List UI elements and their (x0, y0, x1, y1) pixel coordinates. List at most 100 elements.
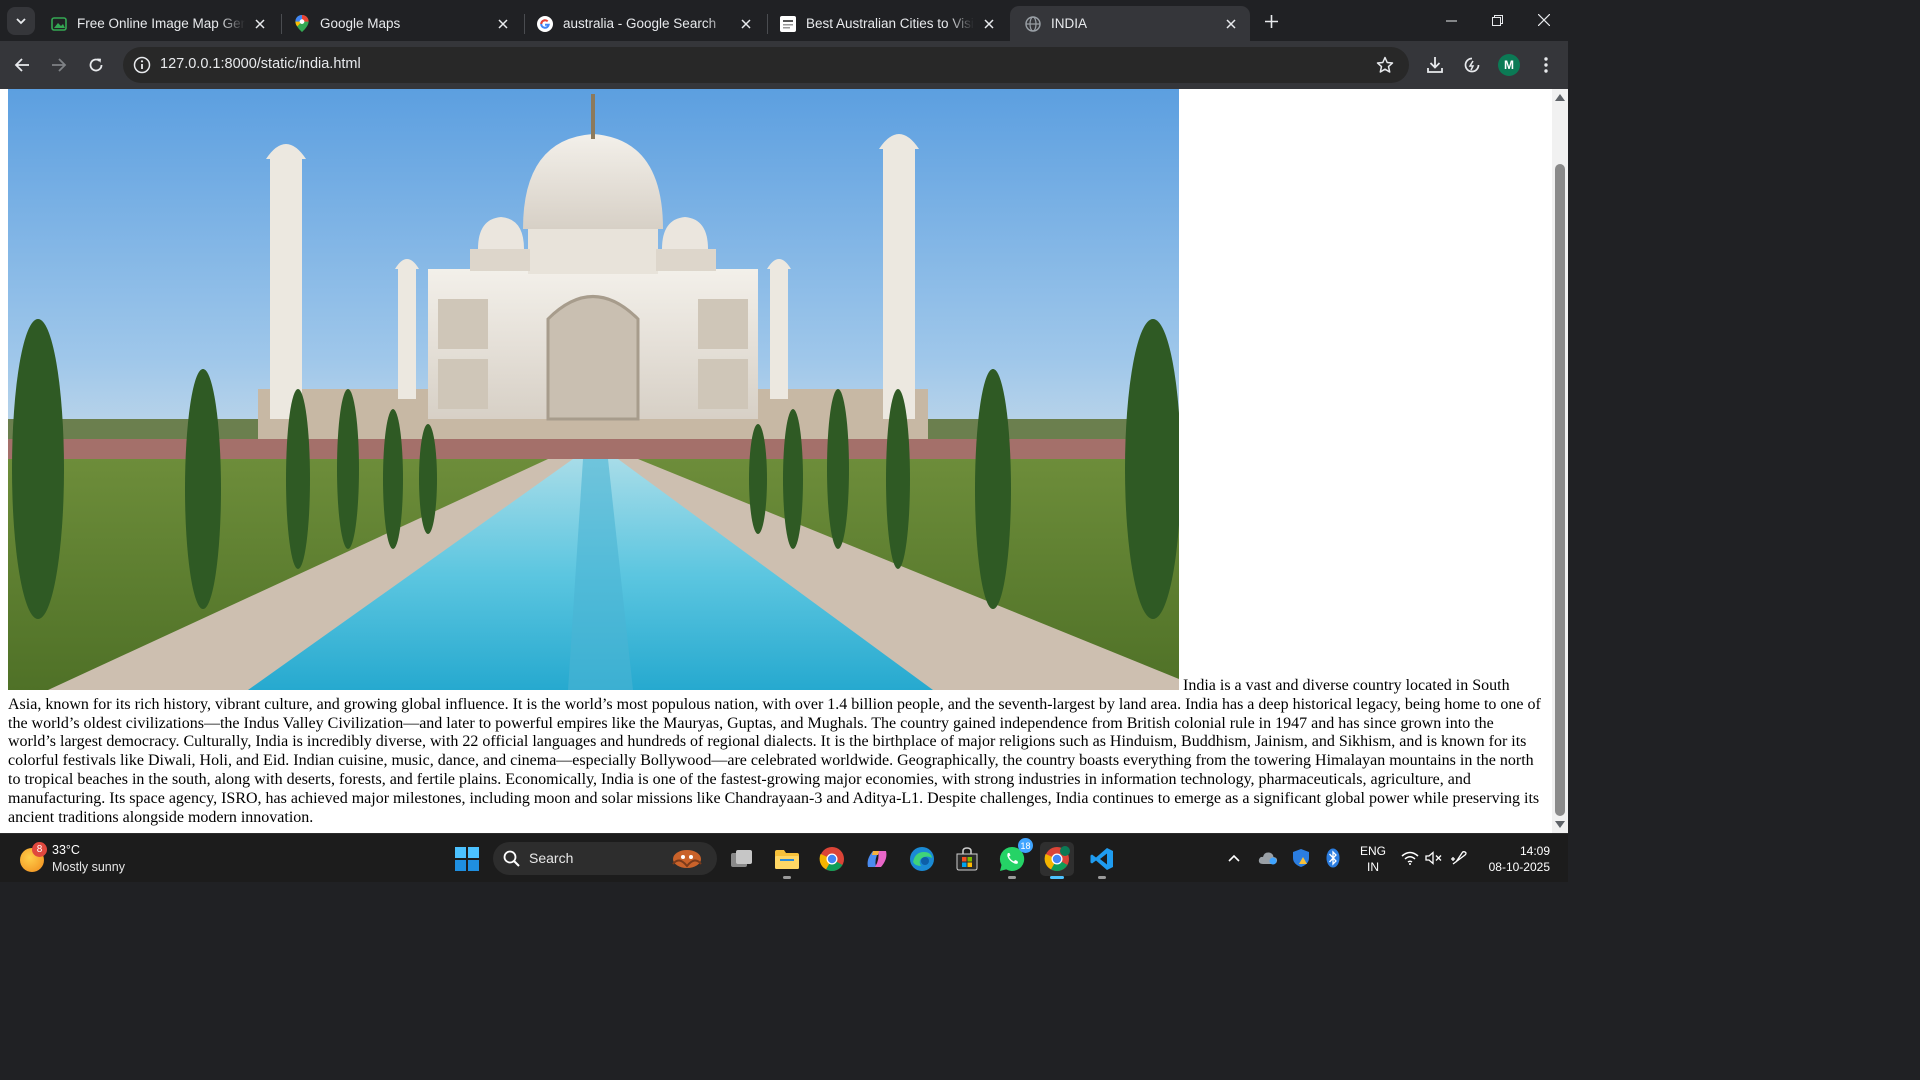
downloads-button[interactable] (1421, 51, 1449, 79)
performance-button[interactable] (1458, 51, 1486, 79)
scroll-down-arrow-icon[interactable] (1555, 820, 1565, 830)
close-icon[interactable] (980, 15, 998, 33)
google-maps-favicon-icon (293, 15, 310, 32)
store-icon (956, 847, 978, 871)
task-view-icon (731, 850, 752, 867)
chrome-icon (819, 847, 844, 872)
minimize-icon (1445, 20, 1457, 21)
page-scrollbar[interactable] (1552, 89, 1568, 833)
taj-mahal-illustration (8, 89, 1179, 690)
search-label: Search (529, 850, 574, 866)
restore-button[interactable] (1474, 0, 1520, 40)
edge-button[interactable] (905, 842, 939, 876)
restore-icon (1491, 14, 1503, 26)
scrollbar-thumb[interactable] (1555, 164, 1565, 816)
show-hidden-icons-button[interactable] (1222, 846, 1246, 870)
site-info-icon[interactable] (132, 55, 152, 75)
vscode-icon (1090, 848, 1113, 870)
tab-google-search[interactable]: australia - Google Search (522, 6, 765, 41)
security-tray[interactable] (1289, 846, 1313, 870)
website-favicon-icon (779, 15, 796, 32)
tab-title: INDIA (1051, 16, 1088, 31)
url-text[interactable]: 127.0.0.1:8000/static/india.html (160, 56, 361, 72)
copilot-button[interactable] (860, 842, 894, 876)
new-tab-button[interactable] (1258, 8, 1284, 34)
copilot-icon (867, 851, 887, 867)
bookmark-star-icon[interactable] (1375, 55, 1395, 75)
input-language-indicator[interactable]: ENG IN (1358, 843, 1388, 875)
scroll-up-arrow-icon[interactable] (1555, 92, 1565, 102)
page-viewport: India is a vast and diverse country loca… (0, 89, 1552, 833)
close-icon[interactable] (1222, 15, 1240, 33)
tab-search-button[interactable] (7, 7, 35, 35)
tab-title: Best Australian Cities to Visit - E (806, 16, 974, 31)
volume-tray[interactable] (1422, 846, 1446, 870)
chrome-profile-button[interactable] (1040, 842, 1074, 879)
close-icon[interactable] (494, 15, 512, 33)
chrome-profile-icon (1044, 846, 1070, 872)
start-button[interactable] (450, 842, 484, 876)
language-code: ENG (1359, 844, 1386, 858)
google-favicon-icon (536, 15, 553, 32)
reload-icon (89, 58, 103, 72)
wifi-tray[interactable] (1398, 846, 1422, 870)
forward-button[interactable] (45, 51, 73, 79)
edge-icon (910, 847, 934, 871)
tab-image-map[interactable]: Free Online Image Map Genera (36, 6, 279, 41)
bluetooth-tray[interactable] (1321, 846, 1345, 870)
profile-avatar[interactable]: M (1498, 54, 1520, 76)
tab-title: Google Maps (320, 16, 401, 31)
weather-temperature: 33°C (52, 843, 80, 857)
back-button[interactable] (8, 51, 36, 79)
bluetooth-icon (1326, 848, 1340, 868)
more-vertical-icon (1544, 57, 1548, 73)
performance-icon (1464, 57, 1480, 73)
close-icon (1538, 14, 1550, 26)
close-window-button[interactable] (1521, 0, 1567, 40)
image-map-favicon-icon (50, 15, 67, 32)
reload-button[interactable] (82, 51, 110, 79)
tab-india[interactable]: INDIA (1010, 6, 1250, 41)
store-button[interactable] (950, 842, 984, 876)
page-body: India is a vast and diverse country loca… (0, 89, 1552, 827)
plus-icon (1264, 14, 1278, 28)
search-icon (503, 850, 520, 867)
browser-menu-button[interactable] (1532, 51, 1560, 79)
tab-australian-cities[interactable]: Best Australian Cities to Visit - E (765, 6, 1008, 41)
cloud-icon (1258, 852, 1278, 865)
file-explorer-button[interactable] (770, 842, 804, 879)
taj-mahal-image (8, 89, 1179, 690)
minimize-button[interactable] (1428, 0, 1474, 40)
weather-condition: Mostly sunny (52, 860, 125, 874)
onedrive-tray[interactable] (1256, 846, 1280, 870)
close-icon[interactable] (737, 15, 755, 33)
system-clock[interactable]: 14:09 08-10-2025 (1478, 843, 1550, 875)
address-bar[interactable]: 127.0.0.1:8000/static/india.html (123, 47, 1409, 83)
tab-title: australia - Google Search (563, 16, 717, 31)
volume-muted-icon (1425, 851, 1442, 865)
task-view-button[interactable] (725, 842, 759, 876)
taskbar-search[interactable]: Search (493, 842, 717, 875)
chrome-button[interactable] (815, 842, 849, 876)
weather-badge: 8 (32, 842, 47, 857)
download-icon (1427, 57, 1443, 73)
arrow-left-icon (14, 58, 29, 72)
tab-strip: Free Online Image Map Genera Google Maps… (0, 0, 1568, 41)
whatsapp-button[interactable]: 18 (995, 838, 1033, 879)
weather-widget[interactable]: 8 33°C Mostly sunny (20, 842, 160, 876)
tab-google-maps[interactable]: Google Maps (279, 6, 522, 41)
clock-date: 08-10-2025 (1488, 860, 1550, 874)
whatsapp-badge: 18 (1018, 838, 1033, 853)
search-highlight-icon (672, 850, 702, 868)
battery-charging-icon (1451, 851, 1467, 865)
india-description: India is a vast and diverse country loca… (8, 677, 1541, 826)
language-region: IN (1367, 860, 1379, 874)
windows-logo-icon (455, 847, 479, 871)
globe-icon (1024, 15, 1041, 32)
close-icon[interactable] (251, 15, 269, 33)
vscode-button[interactable] (1085, 842, 1119, 879)
windows-taskbar: 8 33°C Mostly sunny Search 18 ENG IN 14:… (0, 833, 1568, 882)
chevron-down-icon (16, 18, 26, 25)
chevron-up-icon (1228, 854, 1240, 862)
battery-tray[interactable] (1448, 846, 1472, 870)
